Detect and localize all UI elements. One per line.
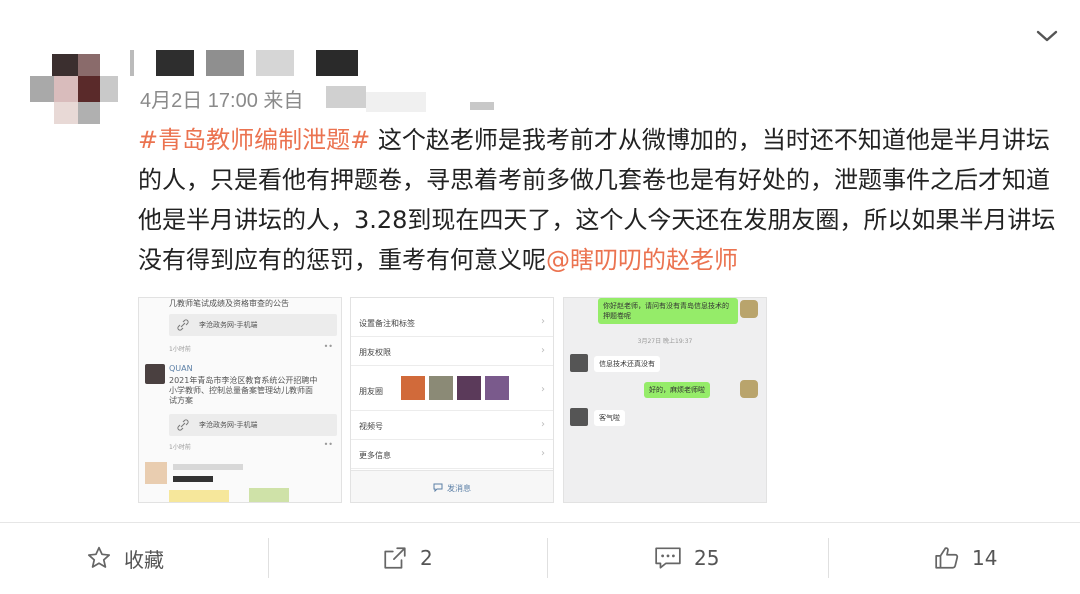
moments-photo	[457, 376, 481, 400]
comment-icon	[655, 547, 681, 569]
post-body: #青岛教师编制泄题# 这个赵老师是我考前才从微博加的，当时还不知道他是半月讲坛的…	[138, 120, 1068, 280]
chat-bubble-sent: 好的，麻烦老师啦	[644, 382, 710, 398]
post-image-1[interactable]: 几教师笔试成绩及资格审查的公告 李沧政务网-手机端 1小时前 •• QUAN 2…	[138, 297, 342, 503]
chevron-right-icon: ›	[541, 316, 545, 327]
comment-count: 25	[694, 546, 720, 570]
img1-blur	[173, 476, 213, 482]
avatar[interactable]	[22, 42, 122, 130]
source-blurred	[320, 86, 500, 112]
img2-item: 更多信息 ›	[351, 440, 553, 469]
username-blurred[interactable]	[126, 50, 366, 80]
img2-item: 朋友权限 ›	[351, 337, 553, 366]
img1-post-line3: 试方案	[169, 396, 193, 405]
chat-avatar	[740, 300, 758, 318]
hashtag-link[interactable]: #青岛教师编制泄题#	[138, 126, 370, 154]
repost-button[interactable]: 2	[382, 538, 433, 578]
img2-item: 视频号 ›	[351, 411, 553, 440]
chat-timestamp: 3月27日 晚上19:37	[637, 338, 693, 345]
post-image-2[interactable]: 设置备注和标签 › 朋友权限 › 朋友圈 › 视频号 › 更多信息 › 发消息	[350, 297, 554, 503]
chat-icon	[433, 483, 443, 492]
more-dots-icon: ••	[323, 440, 333, 449]
chevron-down-icon[interactable]	[1032, 24, 1062, 48]
moments-photo	[485, 376, 509, 400]
img1-blur	[169, 490, 229, 502]
repost-count: 2	[420, 546, 433, 570]
chat-bubble-received: 客气啦	[594, 410, 625, 426]
thumbs-up-icon	[935, 547, 959, 569]
chevron-right-icon: ›	[541, 448, 545, 459]
img1-avatar	[145, 364, 165, 384]
chevron-right-icon: ›	[541, 419, 545, 430]
img1-avatar-2	[145, 462, 167, 484]
chevron-right-icon: ›	[541, 345, 545, 356]
post-meta: 4月2日 17:00 来自	[140, 90, 304, 112]
post-image-3[interactable]: 你好赵老师，请问有没有青岛信息技术的押题卷呢 3月27日 晚上19:37 信息技…	[563, 297, 767, 503]
chat-avatar	[570, 354, 588, 372]
footer-separator	[268, 538, 269, 578]
moments-photo	[401, 376, 425, 400]
chat-avatar	[570, 408, 588, 426]
moments-photo	[429, 376, 453, 400]
img1-link-card-2: 李沧政务网-手机端	[169, 414, 337, 436]
img1-blur	[173, 464, 243, 470]
link-icon	[177, 419, 189, 431]
repost-icon	[384, 547, 406, 569]
img2-item: 朋友圈 ›	[351, 370, 553, 411]
chevron-right-icon: ›	[541, 384, 545, 395]
img1-link-label-2: 李沧政务网-手机端	[199, 421, 258, 429]
footer-divider	[0, 522, 1080, 523]
favorite-label: 收藏	[124, 547, 164, 572]
footer-separator	[547, 538, 548, 578]
link-icon	[177, 319, 189, 331]
chat-bubble-sent: 你好赵老师，请问有没有青岛信息技术的押题卷呢	[598, 298, 738, 324]
img1-header: 几教师笔试成绩及资格审查的公告	[169, 299, 289, 308]
chat-avatar	[740, 380, 758, 398]
like-button[interactable]: 14	[934, 538, 997, 578]
img2-item: 设置备注和标签 ›	[351, 308, 553, 337]
img1-link-card: 李沧政务网-手机端	[169, 314, 337, 336]
img1-post-line1: 2021年青岛市李沧区教育系统公开招聘中	[169, 376, 318, 385]
img1-time: 1小时前	[169, 346, 191, 353]
mention-link[interactable]: @瞎叨叨的赵老师	[546, 246, 738, 274]
favorite-button[interactable]: 收藏	[86, 538, 164, 578]
send-message-bar: 发消息	[351, 470, 553, 502]
img1-blur	[249, 488, 289, 502]
more-dots-icon: ••	[323, 342, 333, 351]
comment-button[interactable]: 25	[654, 538, 719, 578]
like-count: 14	[972, 546, 998, 570]
chat-bubble-received: 信息技术还真没有	[594, 356, 660, 372]
img1-time-2: 1小时前	[169, 444, 191, 451]
star-icon	[87, 546, 111, 568]
footer-separator	[828, 538, 829, 578]
img1-username: QUAN	[169, 364, 193, 373]
img1-link-label: 李沧政务网-手机端	[199, 321, 258, 329]
img1-post-line2: 小学教师、控制总量备案管理幼儿教师面	[169, 386, 313, 395]
